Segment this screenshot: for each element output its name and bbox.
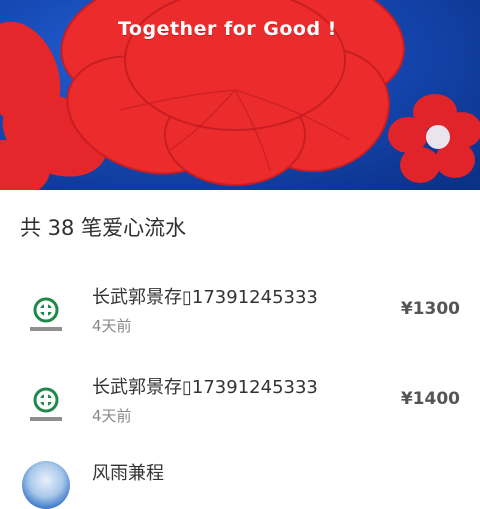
donation-amount: ¥1400 xyxy=(400,389,460,409)
hospital-logo-icon xyxy=(22,291,70,339)
donor-name: 风雨兼程 xyxy=(92,463,164,484)
list-item[interactable]: 长武郭景存▯17391245333 4天前 ¥1400 xyxy=(0,373,480,451)
donation-count-summary: 共 38 笔爱心流水 xyxy=(20,216,187,240)
sky-photo-avatar xyxy=(22,461,70,509)
campaign-banner: Together for Good ! xyxy=(0,0,480,190)
list-item[interactable]: 长武郭景存▯17391245333 4天前 ¥1300 xyxy=(0,283,480,361)
donation-time: 4天前 xyxy=(92,407,132,425)
hospital-logo-icon xyxy=(22,381,70,429)
donation-amount: ¥1300 xyxy=(400,299,460,319)
donor-name: 长武郭景存▯17391245333 xyxy=(92,287,318,308)
donation-time: 4天前 xyxy=(92,317,132,335)
donor-name: 长武郭景存▯17391245333 xyxy=(92,377,318,398)
banner-tagline: Together for Good ! xyxy=(118,18,337,40)
